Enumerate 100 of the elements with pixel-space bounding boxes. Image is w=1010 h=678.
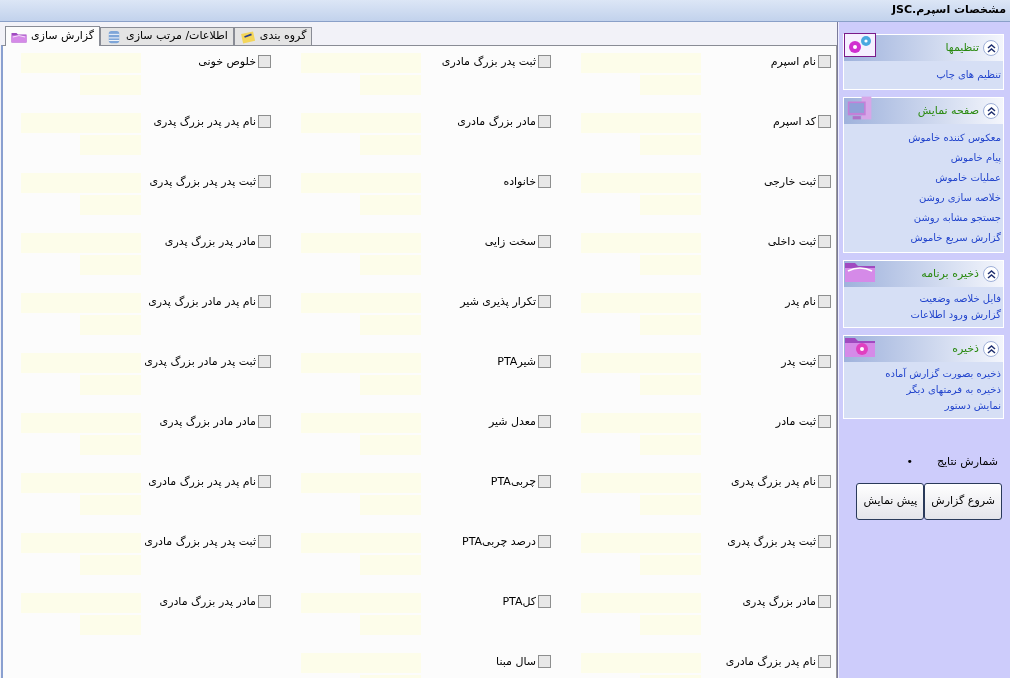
panel-header[interactable]: تنظیمها [844,35,1003,61]
collapse-button[interactable] [983,103,999,119]
collapse-button[interactable] [983,341,999,357]
panel-link[interactable]: گزارش ورود اطلاعات [910,307,1001,323]
field-label: نام پدر مادر بزرگ پدری [148,295,256,308]
chevrons-up-icon [986,106,996,116]
panel-link[interactable]: عملیات خاموش [935,168,1001,188]
checkbox[interactable] [258,415,271,428]
field-label: ثبت پدر پدر بزرگ مادری [144,535,256,548]
field-label: چربیPTA [490,475,536,488]
preview-button[interactable]: پیش نمایش [856,482,925,520]
start-report-button[interactable]: شروع گزارش [924,482,1002,520]
field-label: درصد چربیPTA [462,535,536,548]
panel-title: ذخیره [952,340,979,357]
checkbox[interactable] [818,235,831,248]
checkbox[interactable] [538,115,551,128]
field-label: مادر پدر بزرگ مادری [159,595,256,608]
field-label: تکرار پذیری شیر [460,295,536,308]
window-title: مشخصات اسپرم.JSC [891,2,1006,19]
panel-link[interactable]: پیام خاموش [950,148,1001,168]
checkbox[interactable] [818,535,831,548]
checkbox[interactable] [538,475,551,488]
field-label: معدل شیر [488,415,536,428]
field-label: ثبت پدر [781,355,816,368]
chevrons-up-icon [986,43,996,53]
result-count: • [906,454,913,470]
checkbox[interactable] [818,595,831,608]
chevrons-up-icon [986,269,996,279]
panel-link[interactable]: ذخیره بصورت گزارش آماده [885,366,1001,382]
field-label: ثبت مادر [775,415,816,428]
field-label: سال مبنا [496,655,536,668]
field-label: ثبت پدر پدر بزرگ پدری [149,175,256,188]
panel-header[interactable]: ذخیره برنامه [844,261,1003,287]
checkbox[interactable] [818,55,831,68]
field-label: کلPTA [502,595,536,608]
checkbox[interactable] [258,295,271,308]
checkbox[interactable] [258,355,271,368]
field-label: سخت زایی [484,235,536,248]
chevrons-up-icon [986,344,996,354]
panel-link[interactable]: خلاصه سازی روشن [918,188,1001,208]
tab[interactable]: گزارش سازی [5,26,101,46]
checkbox[interactable] [258,595,271,608]
note-icon [239,29,256,44]
panel-link[interactable]: معکوس کننده خاموش [908,128,1001,148]
field-label: ثبت خارجی [763,175,816,188]
tab[interactable]: گروه بندی [233,27,313,45]
result-count-label: شمارش نتایج [936,454,998,470]
field-label: ثبت پدر بزرگ مادری [441,55,536,68]
checkbox[interactable] [818,295,831,308]
field-label: ثبت پدر بزرگ پدری [727,535,816,548]
checkbox[interactable] [818,355,831,368]
checkbox[interactable] [538,535,551,548]
collapse-button[interactable] [983,266,999,282]
field-label: مادر پدر بزرگ پدری [164,235,256,248]
checkbox[interactable] [818,115,831,128]
checkbox[interactable] [258,475,271,488]
checkbox[interactable] [538,175,551,188]
checkbox[interactable] [538,595,551,608]
checkbox[interactable] [258,115,271,128]
field-label: شیرPTA [497,355,536,368]
field-label: کد اسپرم [773,115,816,128]
checkbox[interactable] [818,475,831,488]
checkbox[interactable] [818,655,831,668]
field-label: نام پدر پدر بزرگ مادری [148,475,256,488]
panel-link[interactable]: فایل خلاصه وضعیت [919,291,1001,307]
checkbox[interactable] [818,415,831,428]
checkbox[interactable] [538,235,551,248]
checkbox[interactable] [818,175,831,188]
field-label: نام پدر [785,295,816,308]
panel-link[interactable]: تنظیم های چاپ [936,65,1001,85]
panel-title: ذخیره برنامه [921,265,979,282]
field-label: نام پدر بزرگ مادری [725,655,816,668]
field-label: مادر بزرگ مادری [457,115,536,128]
checkbox[interactable] [538,355,551,368]
checkbox[interactable] [538,415,551,428]
panel-header[interactable]: ذخیره [844,336,1003,362]
tab[interactable]: اطلاعات/ مرتب سازی [100,27,234,45]
checkbox[interactable] [258,175,271,188]
panel-link[interactable]: جستجو مشابه روشن [913,208,1001,228]
checkbox[interactable] [258,55,271,68]
checkbox[interactable] [258,235,271,248]
checkbox[interactable] [258,535,271,548]
panel-title: صفحه نمایش [917,102,979,119]
panel-link[interactable]: نمایش دستور [944,398,1001,414]
panel-title: تنظیمها [945,39,979,56]
checkbox[interactable] [538,655,551,668]
field-label: خلوص خونی [198,55,256,68]
field-label: مادر بزرگ پدری [742,595,816,608]
field-label: نام اسپرم [770,55,816,68]
field-label: نام پدر پدر بزرگ پدری [153,115,256,128]
field-label: ثبت پدر مادر بزرگ پدری [144,355,256,368]
collapse-button[interactable] [983,40,999,56]
checkbox[interactable] [538,55,551,68]
field-label: نام پدر بزرگ پدری [731,475,816,488]
panel-link[interactable]: گزارش سریع خاموش [910,228,1001,248]
checkbox[interactable] [538,295,551,308]
panel-link[interactable]: ذخیره به فرمتهای دیگر [906,382,1001,398]
field-label: ثبت داخلی [767,235,816,248]
field-label: مادر مادر بزرگ پدری [159,415,256,428]
panel-header[interactable]: صفحه نمایش [844,98,1003,124]
